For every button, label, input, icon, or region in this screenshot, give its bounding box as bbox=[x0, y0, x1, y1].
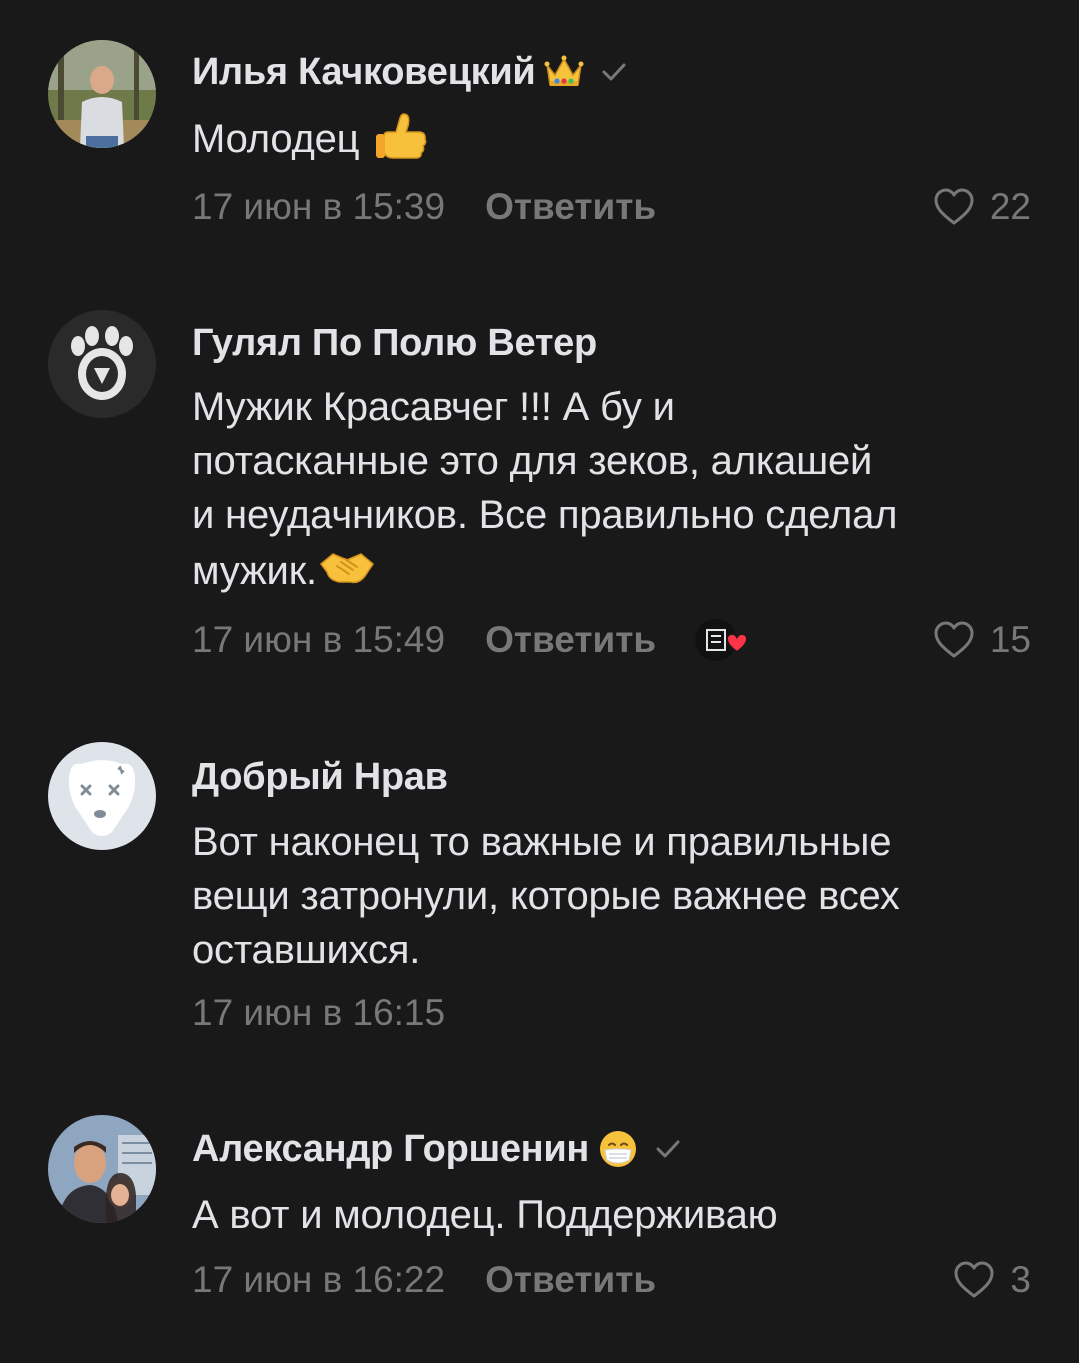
comment-meta: 17 июн в 15:49 Ответить bbox=[192, 615, 1031, 665]
comment-date[interactable]: 17 июн в 15:39 bbox=[192, 186, 445, 228]
avatar[interactable] bbox=[48, 1115, 156, 1223]
mask-face-icon bbox=[597, 1128, 639, 1170]
avatar[interactable] bbox=[48, 310, 156, 418]
comment-text: Мужик Красавчег !!! А бу и потасканные э… bbox=[192, 380, 1032, 598]
handshake-icon bbox=[317, 542, 377, 594]
like-count: 15 bbox=[989, 619, 1031, 660]
author-row: Добрый Нрав bbox=[192, 752, 448, 802]
author-row: Гулял По Полю Ветер bbox=[192, 318, 597, 368]
like-button[interactable]: 22 bbox=[932, 182, 1031, 232]
crown-icon bbox=[543, 51, 585, 93]
comment-text-line: потасканные это для зеков, алкашей bbox=[192, 439, 873, 483]
comment-text-line: и неудачников. Все правильно сделал bbox=[192, 493, 898, 537]
comment-meta: 17 июн в 16:22 Ответить bbox=[192, 1255, 1031, 1305]
reply-button[interactable]: Ответить bbox=[485, 619, 656, 661]
author-name[interactable]: Гулял По Полю Ветер bbox=[192, 322, 597, 365]
comment-text-line: Вот наконец то важные и правильные bbox=[192, 820, 892, 864]
comment-text: Молодец bbox=[192, 110, 1032, 166]
like-count: 22 bbox=[989, 186, 1031, 227]
comment-text-line: вещи затронули, которые важнее всех bbox=[192, 874, 900, 918]
comment-text-line: Молодец bbox=[192, 117, 360, 161]
heart-icon bbox=[954, 1261, 994, 1298]
comment-text-line: мужик. bbox=[192, 549, 317, 593]
comment-meta: 17 июн в 16:15 bbox=[192, 988, 1031, 1038]
author-liked-indicator bbox=[694, 616, 754, 664]
thumbs-up-icon bbox=[370, 110, 430, 162]
avatar[interactable] bbox=[48, 40, 156, 148]
comment-text-line: оставшихся. bbox=[192, 928, 421, 972]
comment-date[interactable]: 17 июн в 15:49 bbox=[192, 619, 445, 661]
like-count: 3 bbox=[1010, 1259, 1031, 1300]
avatar[interactable] bbox=[48, 742, 156, 850]
heart-icon bbox=[934, 188, 974, 225]
comment-date[interactable]: 17 июн в 16:22 bbox=[192, 1259, 445, 1301]
author-name[interactable]: Александр Горшенин bbox=[192, 1128, 589, 1171]
like-button[interactable]: 3 bbox=[952, 1255, 1031, 1305]
comment-text-line: А вот и молодец. Поддерживаю bbox=[192, 1193, 778, 1237]
heart-icon bbox=[934, 621, 974, 658]
author-name[interactable]: Илья Качковецкий bbox=[192, 51, 536, 94]
comment-meta: 17 июн в 15:39 Ответить bbox=[192, 182, 1031, 232]
author-row: Александр Горшенин bbox=[192, 1124, 685, 1174]
comment-text: А вот и молодец. Поддерживаю bbox=[192, 1188, 1032, 1242]
author-row: Илья Качковецкий bbox=[192, 47, 631, 97]
like-button[interactable]: 15 bbox=[932, 615, 1031, 665]
verified-check-icon bbox=[597, 55, 631, 89]
comment-text-line: Мужик Красавчег !!! А бу и bbox=[192, 385, 675, 429]
author-name[interactable]: Добрый Нрав bbox=[192, 756, 448, 799]
comment-text: Вот наконец то важные и правильные вещи … bbox=[192, 815, 1032, 977]
reply-button[interactable]: Ответить bbox=[485, 1259, 656, 1301]
verified-check-icon bbox=[651, 1132, 685, 1166]
reply-button[interactable]: Ответить bbox=[485, 186, 656, 228]
comment-date[interactable]: 17 июн в 16:15 bbox=[192, 992, 445, 1034]
